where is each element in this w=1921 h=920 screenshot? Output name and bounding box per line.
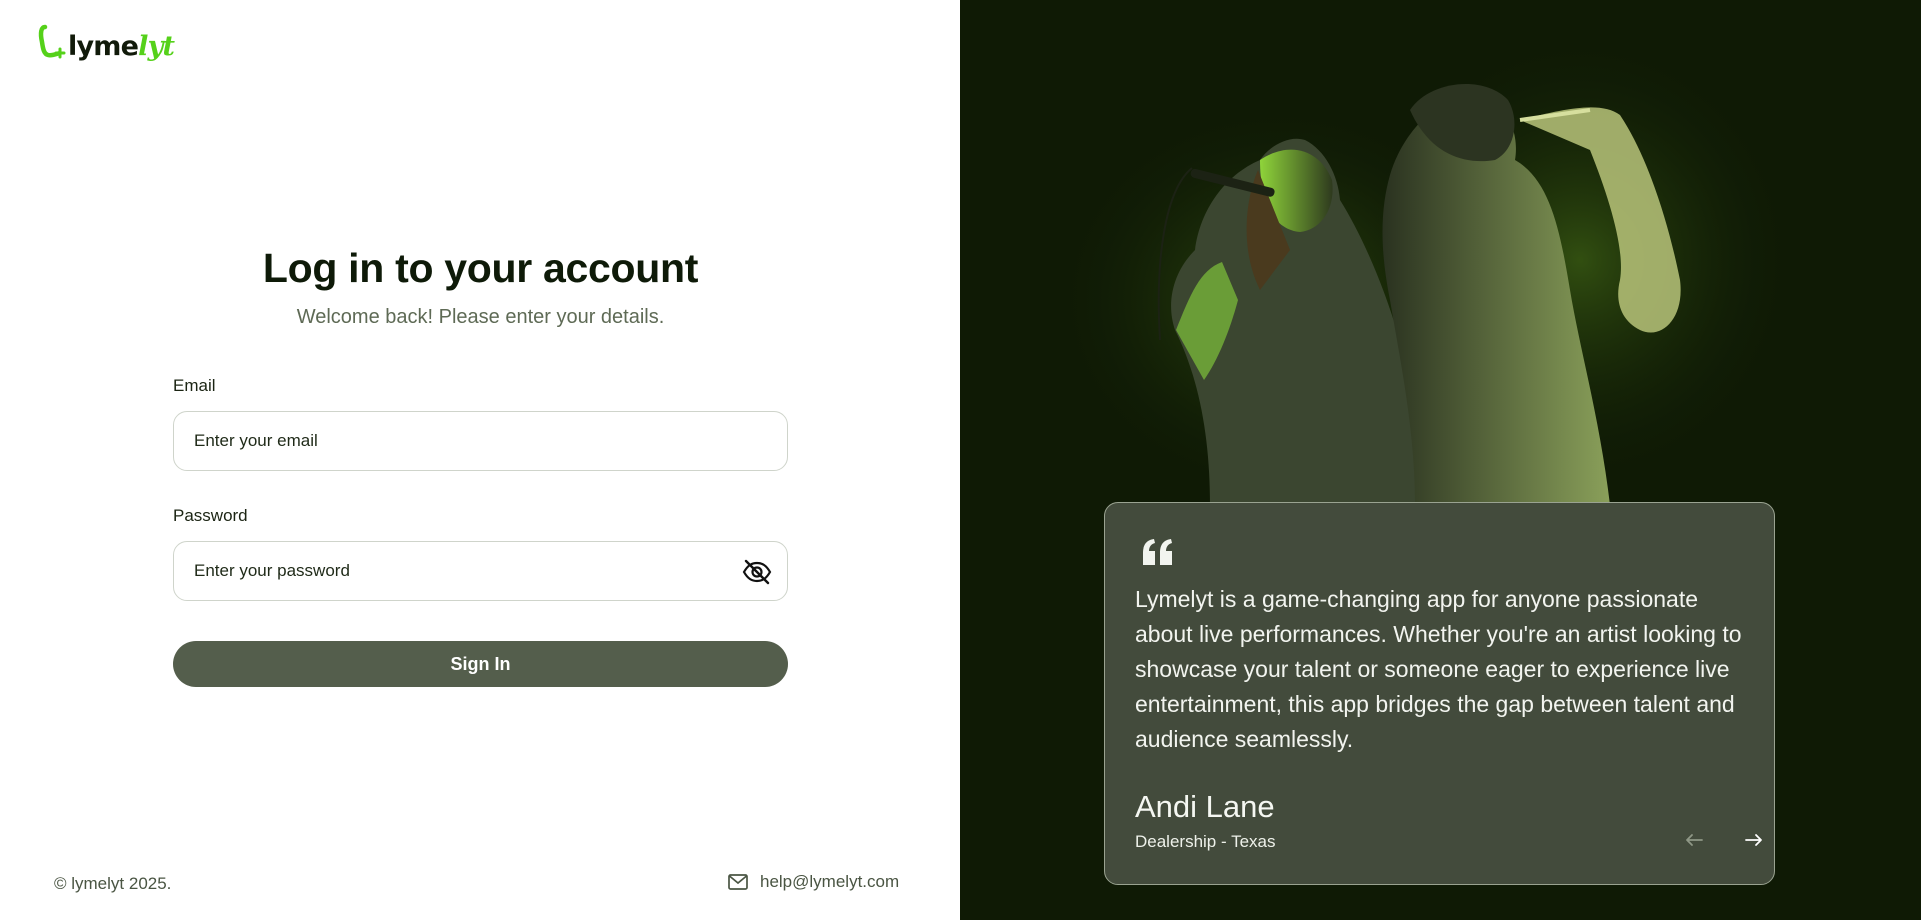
testimonial-card: Lymelyt is a game-changing app for anyon…: [1104, 502, 1775, 885]
email-field[interactable]: [194, 431, 767, 451]
testimonial-panel: Lymelyt is a game-changing app for anyon…: [960, 0, 1921, 920]
next-testimonial-button[interactable]: [1739, 825, 1769, 855]
support-email-text: help@lymelyt.com: [760, 872, 900, 891]
mail-icon: [728, 874, 748, 890]
login-panel: lymelyt Log in to your account Welcome b…: [0, 0, 960, 920]
password-field[interactable]: [194, 561, 767, 581]
quote-icon: [1143, 539, 1172, 565]
eye-off-icon[interactable]: [741, 556, 773, 588]
prev-testimonial-button[interactable]: [1679, 825, 1709, 855]
password-label: Password: [173, 506, 248, 525]
password-field-box[interactable]: [173, 541, 788, 601]
sign-in-button[interactable]: Sign In: [173, 641, 788, 687]
page-title: Log in to your account: [262, 245, 699, 291]
email-field-box[interactable]: [173, 411, 788, 471]
login-form: Log in to your account Welcome back! Ple…: [173, 245, 788, 687]
logo-wordmark: lymelyt: [68, 31, 175, 62]
copyright-text: © lymelyt 2025.: [54, 874, 172, 893]
arrow-right-icon: [1745, 834, 1762, 846]
testimonial-author: Andi Lane: [1135, 789, 1275, 824]
performers-image: [1050, 30, 1800, 505]
arrow-left-icon: [1686, 834, 1703, 846]
logo-mark-icon: [38, 24, 66, 59]
testimonial-role: Dealership - Texas: [1135, 832, 1276, 851]
email-label: Email: [173, 376, 216, 395]
testimonial-quote: Lymelyt is a game-changing app for anyon…: [1135, 586, 1742, 752]
logo[interactable]: lymelyt: [38, 24, 175, 62]
support-email-link[interactable]: help@lymelyt.com: [728, 872, 899, 892]
page-subtitle: Welcome back! Please enter your details.: [296, 306, 665, 328]
